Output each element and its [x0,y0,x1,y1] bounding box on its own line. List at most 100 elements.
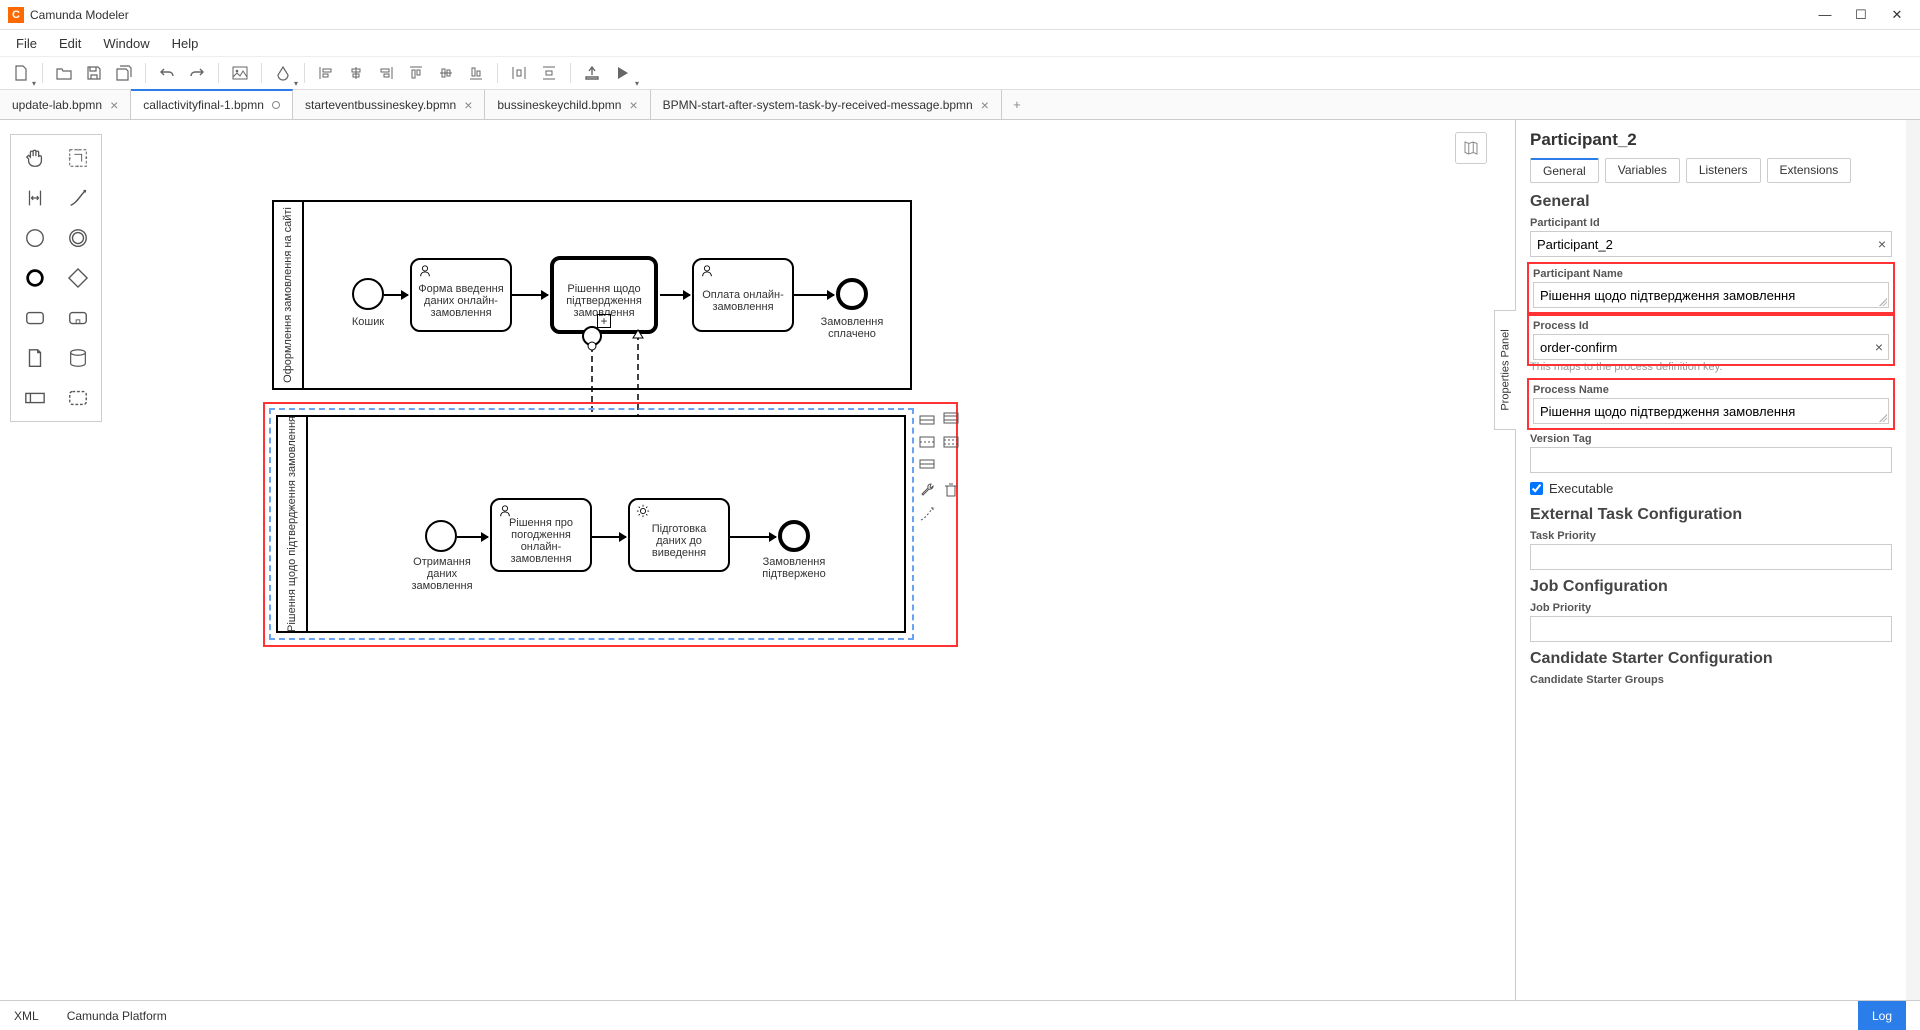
process-id-input[interactable] [1533,334,1889,360]
window-maximize-icon[interactable]: ☐ [1852,7,1870,23]
distribute-v-icon[interactable] [536,60,562,86]
process-id-label: Process Id [1533,320,1889,332]
align-center-icon[interactable] [343,60,369,86]
process-name-input[interactable] [1533,398,1889,424]
open-file-icon[interactable] [51,60,77,86]
job-priority-input[interactable] [1530,616,1892,642]
ctx-lane-above-icon[interactable] [917,408,937,428]
user-icon [700,264,714,278]
align-middle-icon[interactable] [433,60,459,86]
hand-tool-icon[interactable] [15,143,54,173]
participant-name-input[interactable] [1533,282,1889,308]
start-event-1[interactable] [352,278,384,310]
service-task-1[interactable]: Підготовка даних до виведення [628,498,730,572]
data-store-icon[interactable] [58,343,97,373]
ctx-lane-divide3-icon[interactable] [941,432,961,452]
connect-tool-icon[interactable] [58,183,97,213]
align-left-icon[interactable] [313,60,339,86]
ctx-wrench-icon[interactable] [917,480,937,500]
task-priority-input[interactable] [1530,544,1892,570]
user-task-2[interactable]: Оплата онлайн-замовлення [692,258,794,332]
align-top-icon[interactable] [403,60,429,86]
user-task-1[interactable]: Форма введення даних онлайн-замовлення [410,258,512,332]
ctx-lane-divide-icon[interactable] [917,432,937,452]
gateway-icon[interactable] [58,263,97,293]
align-right-icon[interactable] [373,60,399,86]
space-tool-icon[interactable] [15,183,54,213]
window-close-icon[interactable]: ✕ [1888,7,1906,23]
props-tab-extensions[interactable]: Extensions [1767,158,1852,183]
end-event-1[interactable] [836,278,868,310]
pool-icon[interactable] [15,383,54,413]
sequence-flow[interactable] [384,294,408,296]
distribute-h-icon[interactable] [506,60,532,86]
status-xml[interactable]: XML [14,1009,39,1023]
start-event-icon[interactable] [15,223,54,253]
run-icon[interactable]: ▾ [609,60,635,86]
tab-startevent[interactable]: starteventbussineskey.bpmn× [293,90,485,119]
sequence-flow[interactable] [457,536,488,538]
ctx-connect-icon[interactable] [917,504,937,524]
task-icon[interactable] [15,303,54,333]
ctx-delete-icon[interactable] [941,480,961,500]
intermediate-event-icon[interactable] [58,223,97,253]
subprocess-icon[interactable] [58,303,97,333]
tab-callactivityfinal[interactable]: callactivityfinal-1.bpmn [131,89,293,119]
new-file-icon[interactable]: ▾ [8,60,34,86]
sequence-flow[interactable] [794,294,834,296]
status-log[interactable]: Log [1858,1001,1906,1030]
end-event-2[interactable] [778,520,810,552]
job-priority-label: Job Priority [1530,602,1892,614]
deploy-icon[interactable] [579,60,605,86]
undo-icon[interactable] [154,60,180,86]
tab-bpmn-start[interactable]: BPMN-start-after-system-task-by-received… [651,90,1002,119]
menu-help[interactable]: Help [162,33,209,54]
status-platform[interactable]: Camunda Platform [67,1009,167,1023]
redo-icon[interactable] [184,60,210,86]
end-event-icon[interactable] [15,263,54,293]
align-bottom-icon[interactable] [463,60,489,86]
resize-grip-icon[interactable] [1879,414,1887,422]
sequence-flow[interactable] [730,536,776,538]
clear-icon[interactable]: × [1875,339,1883,355]
menu-edit[interactable]: Edit [49,33,91,54]
save-all-icon[interactable] [111,60,137,86]
window-minimize-icon[interactable]: — [1816,7,1834,23]
boundary-event[interactable] [582,326,602,346]
ctx-lane-three-icon[interactable] [941,408,961,428]
menu-window[interactable]: Window [93,33,159,54]
props-tab-listeners[interactable]: Listeners [1686,158,1761,183]
sequence-flow[interactable] [592,536,626,538]
props-tab-variables[interactable]: Variables [1605,158,1680,183]
ctx-lane-below-icon[interactable] [917,456,937,476]
new-tab-icon[interactable]: + [1002,90,1032,119]
properties-panel-toggle[interactable]: Properties Panel [1494,310,1516,430]
version-tag-input[interactable] [1530,447,1892,473]
executable-checkbox[interactable]: Executable [1530,481,1892,496]
sequence-flow[interactable] [512,294,548,296]
color-icon[interactable]: ▾ [270,60,296,86]
close-icon[interactable]: × [110,97,118,113]
close-icon[interactable]: × [629,97,637,113]
tab-update-lab[interactable]: update-lab.bpmn× [0,90,131,119]
lasso-tool-icon[interactable] [58,143,97,173]
start-event-2[interactable] [425,520,457,552]
participant-id-input[interactable] [1530,231,1892,257]
save-icon[interactable] [81,60,107,86]
scrollbar[interactable] [1906,120,1920,1000]
close-icon[interactable]: × [981,97,989,113]
menu-file[interactable]: File [6,33,47,54]
call-activity[interactable]: Рішення щодо підтвердження замовлення + [550,256,658,334]
props-tab-general[interactable]: General [1530,158,1599,183]
sequence-flow[interactable] [660,294,690,296]
close-icon[interactable]: × [464,97,472,113]
clear-icon[interactable]: × [1878,236,1886,252]
executable-checkbox-input[interactable] [1530,482,1543,495]
group-icon[interactable] [58,383,97,413]
data-object-icon[interactable] [15,343,54,373]
tab-bussineskeychild[interactable]: bussineskeychild.bpmn× [485,90,650,119]
user-task-3[interactable]: Рішення про погодження онлайн-замовлення [490,498,592,572]
resize-grip-icon[interactable] [1879,298,1887,306]
canvas[interactable]: Оформлення замовлення на сайті Кошик Фор… [102,120,1515,1000]
image-icon[interactable] [227,60,253,86]
